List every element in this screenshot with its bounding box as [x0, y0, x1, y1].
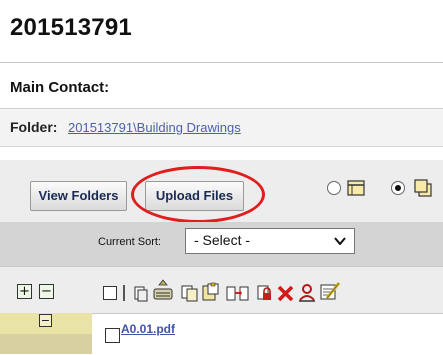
- tile-view-icon: [414, 179, 432, 197]
- list-view-radio[interactable]: [327, 181, 341, 195]
- paste-icon[interactable]: [200, 282, 220, 302]
- stamp-transfer-icon[interactable]: [152, 279, 174, 303]
- select-all-checkbox[interactable]: [103, 286, 117, 300]
- file-link[interactable]: A0.01.pdf: [121, 322, 175, 336]
- document-header: 201513791: [0, 0, 443, 63]
- file-checkbox[interactable]: [105, 328, 120, 343]
- view-icon[interactable]: [131, 284, 151, 304]
- list-view-icon: [347, 180, 365, 196]
- current-sort-label: Current Sort:: [98, 236, 161, 248]
- edit-icon[interactable]: [319, 280, 341, 304]
- sort-select-value: - Select -: [194, 232, 251, 248]
- tree-cell-lower: [0, 334, 92, 354]
- main-contact-label: Main Contact:: [10, 79, 110, 96]
- tree-collapse-toggle[interactable]: −: [39, 314, 52, 327]
- lock-icon[interactable]: [255, 283, 275, 303]
- delete-icon[interactable]: [276, 284, 296, 304]
- view-folders-button[interactable]: View Folders: [30, 181, 127, 211]
- move-icon[interactable]: [226, 284, 250, 304]
- folder-path-link[interactable]: 201513791\Building Drawings: [68, 120, 241, 135]
- chevron-down-icon: [334, 237, 346, 245]
- sort-select[interactable]: - Select -: [185, 228, 355, 254]
- folder-label: Folder:: [10, 119, 58, 135]
- project-number: 201513791: [10, 14, 132, 41]
- tile-view-radio[interactable]: [391, 181, 405, 195]
- toolbar-divider: [123, 285, 125, 301]
- collapse-all-button[interactable]: −: [39, 284, 54, 299]
- highlight-ellipse: [131, 166, 265, 223]
- copy-icon[interactable]: [180, 283, 200, 303]
- expand-all-button[interactable]: +: [17, 284, 32, 299]
- spacer: [0, 147, 443, 159]
- user-icon[interactable]: [297, 283, 317, 303]
- folder-breadcrumb: Folder: 201513791\Building Drawings: [0, 109, 443, 147]
- actions-band: [0, 266, 443, 313]
- contact-section: Main Contact:: [0, 63, 443, 109]
